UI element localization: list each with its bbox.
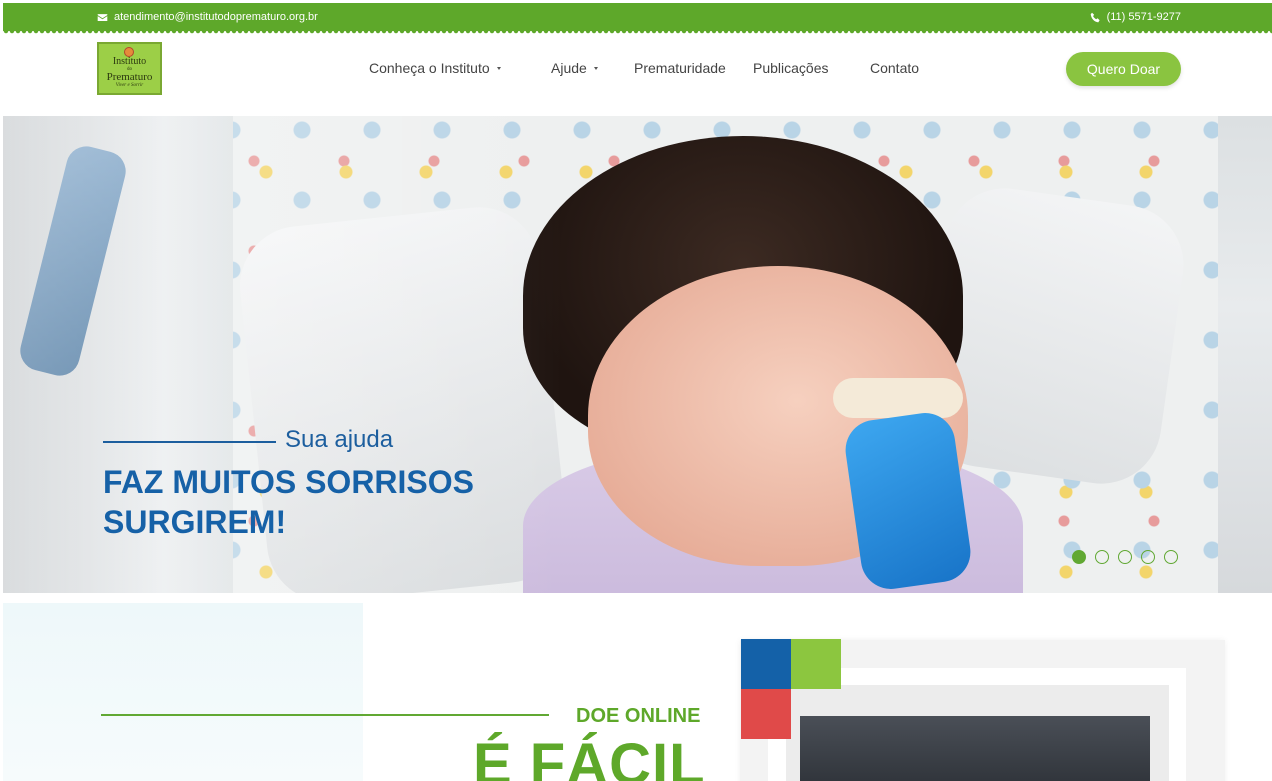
- slider-dot-5[interactable]: [1164, 550, 1178, 564]
- contact-email-text: atendimento@institutodoprematuro.org.br: [114, 11, 318, 23]
- decor-square-red: [741, 689, 791, 739]
- quero-doar-button[interactable]: Quero Doar: [1066, 52, 1181, 86]
- contact-phone[interactable]: (11) 5571-9277: [1090, 11, 1181, 23]
- hero-divider: [103, 441, 276, 443]
- caret-down-icon: [496, 66, 501, 70]
- decor-square-green: [791, 639, 841, 689]
- caret-down-icon: [593, 66, 598, 70]
- logo-baby-face-icon: [124, 47, 134, 57]
- nav-item-ajude[interactable]: Ajude: [551, 60, 598, 76]
- hero-slider: Sua ajuda FAZ MUITOS SORRISOS SURGIREM!: [3, 116, 1272, 593]
- donate-divider: [101, 714, 549, 716]
- logo-line-1: Instituto: [112, 56, 147, 67]
- logo-line-4: Viver e Sorrir: [115, 83, 144, 88]
- nav-item-contato[interactable]: Contato: [870, 60, 919, 76]
- slider-dot-2[interactable]: [1095, 550, 1109, 564]
- envelope-icon: [97, 13, 108, 21]
- donate-online-label: DOE ONLINE: [576, 705, 701, 727]
- phone-icon: [1090, 12, 1100, 22]
- nav-item-conheca[interactable]: Conheça o Instituto: [369, 60, 501, 76]
- slider-dots: [1072, 550, 1178, 564]
- logo-line-3: Prematuro: [106, 71, 153, 83]
- hero-title: FAZ MUITOS SORRISOS SURGIREM!: [103, 464, 474, 540]
- top-contact-bar: atendimento@institutodoprematuro.org.br …: [3, 3, 1272, 34]
- nav-item-publicacoes[interactable]: Publicações: [753, 60, 829, 76]
- nav-label: Contato: [870, 60, 920, 76]
- site-header: Instituto do Prematuro Viver e Sorrir Co…: [3, 34, 1272, 116]
- donate-headline: É FÁCIL: [473, 732, 706, 781]
- contact-email[interactable]: atendimento@institutodoprematuro.org.br: [97, 11, 318, 23]
- nav-label: Ajude: [551, 60, 587, 76]
- media-photo: [800, 716, 1150, 781]
- nav-label: Publicações: [753, 60, 829, 76]
- section-background: [3, 603, 363, 781]
- contact-phone-text: (11) 5571-9277: [1106, 11, 1181, 23]
- decor-square-blue: [741, 639, 791, 689]
- slider-dot-3[interactable]: [1118, 550, 1132, 564]
- nav-label: Conheça o Instituto: [369, 60, 490, 76]
- hero-image-tape: [833, 378, 963, 418]
- donate-section: DOE ONLINE É FÁCIL: [3, 593, 1272, 781]
- slider-dot-4[interactable]: [1141, 550, 1155, 564]
- hero-subtitle: Sua ajuda: [285, 426, 394, 453]
- hero-image-glove: [841, 409, 975, 593]
- site-logo[interactable]: Instituto do Prematuro Viver e Sorrir: [97, 42, 162, 95]
- nav-item-prematuridade[interactable]: Prematuridade: [634, 60, 726, 76]
- nav-label: Prematuridade: [634, 60, 726, 76]
- slider-dot-1[interactable]: [1072, 550, 1086, 564]
